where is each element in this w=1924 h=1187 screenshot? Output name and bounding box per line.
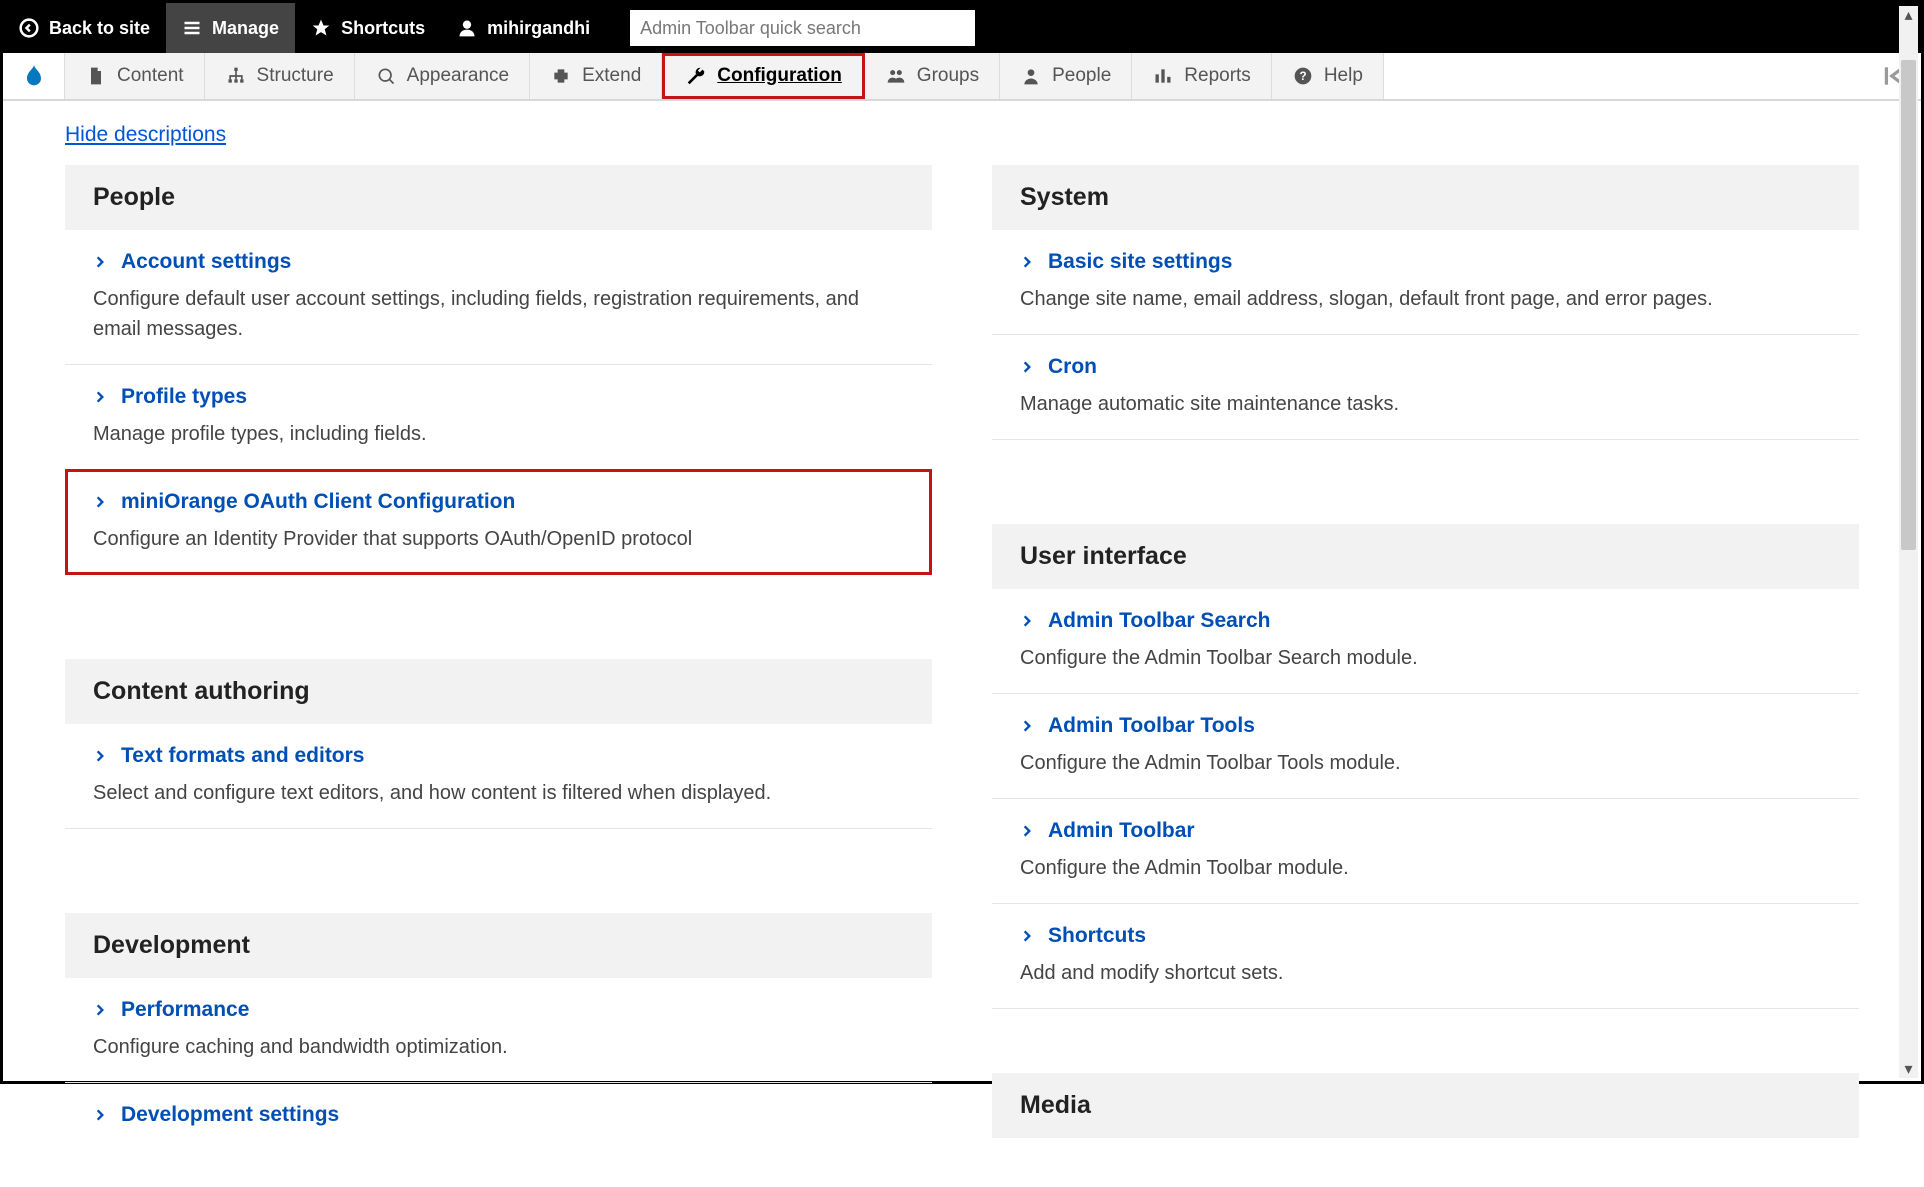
chevron-right-icon (1020, 360, 1034, 374)
link-shortcuts[interactable]: Shortcuts (1020, 924, 1859, 948)
desc-miniorange-oauth: Configure an Identity Provider that supp… (93, 524, 873, 554)
appearance-icon (375, 65, 397, 87)
username-label: mihirgandhi (487, 18, 590, 39)
section-development: Development (65, 913, 932, 978)
section-people: People (65, 165, 932, 230)
back-arrow-icon (19, 18, 39, 38)
section-media: Media (992, 1073, 1859, 1138)
chevron-right-icon (93, 749, 107, 763)
chevron-right-icon (1020, 719, 1034, 733)
menu-groups[interactable]: Groups (865, 53, 1000, 99)
menu-help[interactable]: ? Help (1272, 53, 1384, 99)
desc-shortcuts: Add and modify shortcut sets. (1020, 958, 1800, 988)
vertical-scrollbar[interactable]: ▴ ▾ (1899, 6, 1918, 1078)
hamburger-icon (182, 18, 202, 38)
hide-descriptions-row: Hide descriptions (65, 123, 1859, 147)
link-account-settings[interactable]: Account settings (93, 250, 932, 274)
user-icon (457, 18, 477, 38)
shortcuts-link[interactable]: Shortcuts (295, 3, 441, 53)
desc-atb-search: Configure the Admin Toolbar Search modul… (1020, 643, 1800, 673)
chevron-right-icon (1020, 255, 1034, 269)
cfg-profile-types: Profile types Manage profile types, incl… (65, 365, 932, 470)
puzzle-icon (550, 65, 572, 87)
chevron-right-icon (1020, 824, 1034, 838)
chevron-right-icon (93, 1003, 107, 1017)
cfg-dev-settings: Development settings (65, 1083, 932, 1157)
cfg-shortcuts: Shortcuts Add and modify shortcut sets. (992, 904, 1859, 1009)
cfg-miniorange-oauth: miniOrange OAuth Client Configuration Co… (65, 469, 932, 575)
link-basic-site[interactable]: Basic site settings (1020, 250, 1859, 274)
desc-atb-tools: Configure the Admin Toolbar Tools module… (1020, 748, 1800, 778)
cfg-performance: Performance Configure caching and bandwi… (65, 978, 932, 1083)
people-icon (1020, 65, 1042, 87)
cfg-account-settings: Account settings Configure default user … (65, 230, 932, 365)
desc-cron: Manage automatic site maintenance tasks. (1020, 389, 1800, 419)
admin-menu: Content Structure Appearance Extend Conf… (3, 53, 1921, 101)
cfg-cron: Cron Manage automatic site maintenance t… (992, 335, 1859, 440)
cfg-atb-tools: Admin Toolbar Tools Configure the Admin … (992, 694, 1859, 799)
scroll-thumb[interactable] (1901, 60, 1916, 550)
link-atb[interactable]: Admin Toolbar (1020, 819, 1859, 843)
menu-structure[interactable]: Structure (205, 53, 355, 99)
config-right-column: System Basic site settings Change site n… (992, 165, 1859, 1187)
scroll-up-icon[interactable]: ▴ (1899, 6, 1918, 24)
cfg-text-formats: Text formats and editors Select and conf… (65, 724, 932, 829)
desc-basic-site: Change site name, email address, slogan,… (1020, 284, 1800, 314)
cfg-basic-site: Basic site settings Change site name, em… (992, 230, 1859, 335)
menu-configuration[interactable]: Configuration (662, 53, 865, 99)
chevron-right-icon (93, 255, 107, 269)
desc-text-formats: Select and configure text editors, and h… (93, 778, 873, 808)
link-cron[interactable]: Cron (1020, 355, 1859, 379)
user-menu[interactable]: mihirgandhi (441, 3, 606, 53)
scroll-down-icon[interactable]: ▾ (1899, 1060, 1918, 1078)
menu-content[interactable]: Content (65, 53, 205, 99)
wrench-icon (685, 65, 707, 87)
toolbar-search-input[interactable] (630, 10, 975, 46)
hierarchy-icon (225, 65, 247, 87)
menu-extend[interactable]: Extend (530, 53, 662, 99)
section-user-interface: User interface (992, 524, 1859, 589)
chevron-right-icon (1020, 929, 1034, 943)
link-text-formats[interactable]: Text formats and editors (93, 744, 932, 768)
help-icon: ? (1292, 65, 1314, 87)
section-system: System (992, 165, 1859, 230)
menu-reports[interactable]: Reports (1132, 53, 1272, 99)
chevron-right-icon (93, 1108, 107, 1122)
document-icon (85, 65, 107, 87)
bars-icon (1152, 65, 1174, 87)
menu-people[interactable]: People (1000, 53, 1132, 99)
cfg-atb: Admin Toolbar Configure the Admin Toolba… (992, 799, 1859, 904)
desc-account-settings: Configure default user account settings,… (93, 284, 873, 344)
manage-toggle[interactable]: Manage (166, 3, 295, 53)
config-left-column: People Account settings Configure defaul… (65, 165, 932, 1187)
page-content: Hide descriptions People Account setting… (3, 123, 1921, 1187)
chevron-right-icon (93, 495, 107, 509)
star-icon (311, 18, 331, 38)
desc-profile-types: Manage profile types, including fields. (93, 419, 873, 449)
menu-appearance[interactable]: Appearance (355, 53, 530, 99)
link-atb-search[interactable]: Admin Toolbar Search (1020, 609, 1859, 633)
shortcuts-label: Shortcuts (341, 18, 425, 39)
drupal-logo[interactable] (3, 53, 65, 99)
link-profile-types[interactable]: Profile types (93, 385, 932, 409)
manage-label: Manage (212, 18, 279, 39)
cfg-atb-search: Admin Toolbar Search Configure the Admin… (992, 589, 1859, 694)
groups-icon (885, 65, 907, 87)
back-label: Back to site (49, 18, 150, 39)
link-dev-settings[interactable]: Development settings (93, 1103, 932, 1127)
link-performance[interactable]: Performance (93, 998, 932, 1022)
back-to-site[interactable]: Back to site (3, 3, 166, 53)
top-toolbar: Back to site Manage Shortcuts mihirgandh… (3, 3, 1921, 53)
toolbar-search-wrap (614, 3, 991, 53)
chevron-right-icon (1020, 614, 1034, 628)
desc-atb: Configure the Admin Toolbar module. (1020, 853, 1800, 883)
link-miniorange-oauth[interactable]: miniOrange OAuth Client Configuration (93, 490, 929, 514)
desc-performance: Configure caching and bandwidth optimiza… (93, 1032, 873, 1062)
link-atb-tools[interactable]: Admin Toolbar Tools (1020, 714, 1859, 738)
svg-text:?: ? (1299, 70, 1306, 83)
chevron-right-icon (93, 390, 107, 404)
section-content-authoring: Content authoring (65, 659, 932, 724)
hide-descriptions-link[interactable]: Hide descriptions (65, 123, 226, 146)
